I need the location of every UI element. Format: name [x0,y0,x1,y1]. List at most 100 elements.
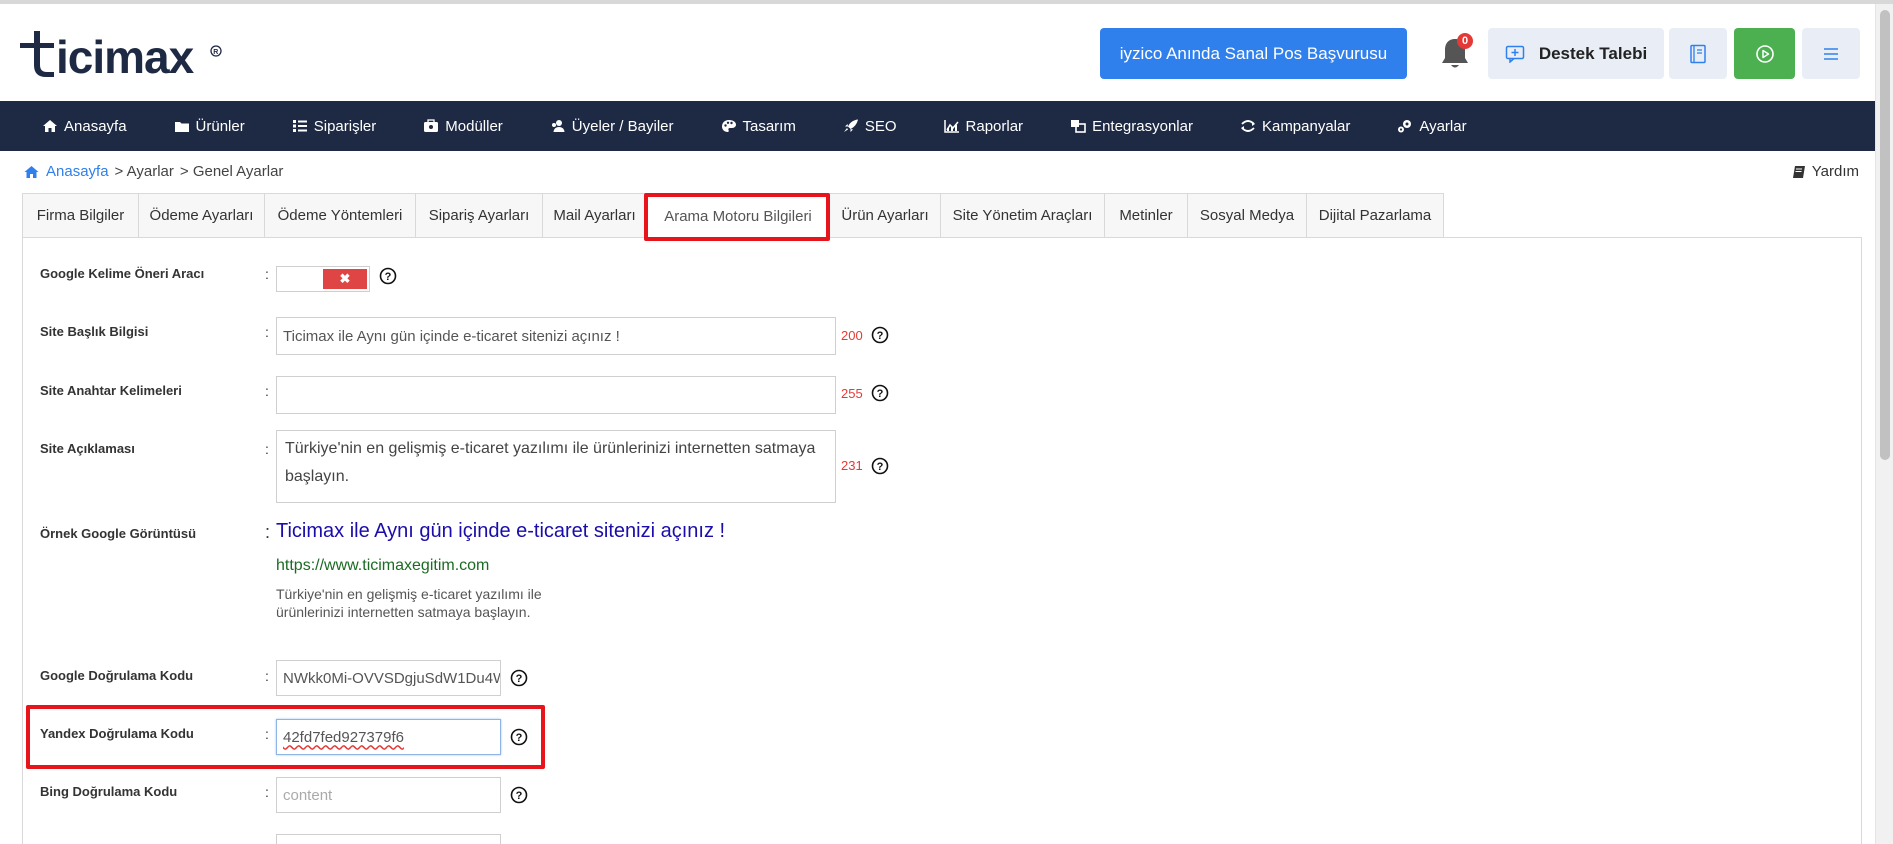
guide-book-button[interactable] [1669,28,1727,79]
nav-item-seo[interactable]: SEO [843,118,897,135]
tab-siparis-ayarlari[interactable]: Sipariş Ayarları [415,193,542,238]
tab-sosyal-medya[interactable]: Sosyal Medya [1187,193,1306,238]
support-request-label: Destek Talebi [1538,43,1648,63]
svg-text:R: R [213,49,218,56]
site-keywords-input[interactable] [276,376,836,414]
colon: : [265,668,269,684]
nav-item-raporlar[interactable]: Raporlar [943,117,1024,135]
nav-item-tasarim[interactable]: Tasarım [721,118,796,135]
svg-text:?: ? [877,461,884,473]
google-preview-label: Örnek Google Görüntüsü [40,526,197,541]
page-scrollbar[interactable] [1875,4,1893,844]
breadcrumb-home-label: Anasayfa [46,163,109,180]
video-tutorial-button[interactable] [1734,28,1795,79]
folder-icon [174,121,189,132]
list-icon [292,120,307,132]
nav-item-anasayfa[interactable]: Anasayfa [42,118,127,135]
google-suggest-label: Google Kelime Öneri Aracı [40,266,205,281]
question-circle-icon[interactable]: ? [510,786,528,804]
book-icon [1792,165,1805,178]
nav-item-ayarlar[interactable]: Ayarlar [1397,117,1467,135]
home-icon [24,165,39,178]
serp-preview-title: Ticimax ile Aynı gün içinde e-ticaret si… [276,520,726,542]
next-field-input[interactable] [276,834,501,844]
site-title-label: Site Başlık Bilgisi [40,324,149,339]
tab-odeme-yontemleri[interactable]: Ödeme Yöntemleri [264,193,415,238]
google-verification-label: Google Doğrulama Kodu [40,668,194,683]
nav-label: Entegrasyonlar [1092,117,1193,135]
chart-icon [943,120,959,133]
tab-urun-ayarlari[interactable]: Ürün Ayarları [829,193,940,238]
site-title-char-counter: 200 [841,328,863,343]
question-circle-icon[interactable]: ? [871,457,889,475]
svg-text:?: ? [516,732,523,744]
scrollbar-thumb[interactable] [1880,10,1890,460]
nav-label: Ayarlar [1419,117,1467,135]
tab-dijital-pazarlama[interactable]: Dijital Pazarlama [1306,193,1444,238]
colon: : [265,324,269,340]
nav-label: Raporlar [965,117,1024,135]
colon: : [265,522,271,542]
help-link[interactable]: Yardım [1792,163,1859,180]
question-circle-icon[interactable]: ? [510,728,528,746]
nav-item-moduller[interactable]: Modüller [423,118,503,135]
yandex-verification-value: 42fd7fed927379f6 [283,728,404,746]
palette-icon [721,120,736,132]
rocket-icon [843,119,858,132]
nav-label: Kampanyalar [1261,117,1351,135]
bing-verification-label: Bing Doğrulama Kodu [40,784,178,799]
nav-item-kampanyalar[interactable]: Kampanyalar [1240,118,1350,135]
nav-label: Ürünler [195,117,245,135]
site-keywords-label: Site Anahtar Kelimeleri [40,383,182,398]
tab-mail-ayarlari[interactable]: Mail Ayarları [542,193,646,238]
ticimax-logo[interactable]: icimax R [20,26,224,82]
svg-text:icimax: icimax [56,31,195,81]
nav-item-urunler[interactable]: Ürünler [174,118,245,135]
tab-arama-motoru-bilgileri[interactable]: Arama Motoru Bilgileri [646,193,829,238]
bing-verification-input[interactable]: content [276,777,501,813]
main-navigation: Anasayfa Ürünler Siparişler Modüller Üye… [0,101,1875,151]
breadcrumb-home[interactable]: Anasayfa [23,163,109,180]
hamburger-menu-button[interactable] [1802,28,1860,79]
support-request-button[interactable]: Destek Talebi [1488,28,1664,79]
tab-firma-bilgiler[interactable]: Firma Bilgiler [22,193,138,238]
nav-item-entegrasyonlar[interactable]: Entegrasyonlar [1070,118,1193,135]
nav-item-uyeler-bayiler[interactable]: Üyeler / Bayiler [550,118,674,135]
svg-text:?: ? [516,790,523,802]
tab-site-yonetim-araclari[interactable]: Site Yönetim Araçları [940,193,1104,238]
serp-preview-url: https://www.ticimaxegitim.com [276,557,490,574]
colon: : [265,441,269,457]
svg-text:?: ? [516,673,523,685]
support-chat-icon [1505,45,1525,63]
breadcrumb-ayarlar[interactable]: > Ayarlar [115,163,174,180]
users-icon [551,120,565,132]
question-circle-icon[interactable]: ? [871,326,889,344]
nav-item-siparisler[interactable]: Siparişler [292,117,377,135]
nav-label: Üyeler / Bayiler [571,117,674,135]
tab-odeme-ayarlari[interactable]: Ödeme Ayarları [138,193,264,238]
breadcrumb: Anasayfa > Ayarlar > Genel Ayarlar [23,163,283,180]
site-keywords-char-counter: 255 [841,386,863,401]
question-circle-icon[interactable]: ? [379,267,397,285]
app-header: icimax R iyzico Anında Sanal Pos Başvuru… [0,4,1875,101]
nav-label: SEO [864,117,897,135]
iyzico-pos-application-button[interactable]: iyzico Anında Sanal Pos Başvurusu [1100,28,1407,79]
site-title-input[interactable]: Ticimax ile Aynı gün içinde e-ticaret si… [276,317,836,355]
site-description-textarea[interactable]: Türkiye'nin en gelişmiş e-ticaret yazılı… [276,430,836,503]
nav-label: Modüller [445,117,503,135]
question-circle-icon[interactable]: ? [871,384,889,402]
site-description-char-counter: 231 [841,458,863,473]
play-circle-icon [1755,44,1774,63]
google-verification-input[interactable]: NWkk0Mi-OVVSDgjuSdW1Du4W [276,660,501,696]
question-circle-icon[interactable]: ? [510,669,528,687]
notification-count-badge: 0 [1457,33,1473,49]
google-suggest-toggle[interactable]: ✖ [276,266,370,292]
settings-tabs: Firma Bilgiler Ödeme Ayarları Ödeme Yönt… [22,193,1444,238]
help-label: Yardım [1811,163,1859,180]
nav-label: Anasayfa [64,117,127,135]
yandex-verification-input[interactable]: 42fd7fed927379f6 [276,719,501,755]
toggle-off-indicator: ✖ [323,269,367,289]
campaign-icon [1240,120,1255,132]
tab-metinler[interactable]: Metinler [1104,193,1187,238]
nav-label: Siparişler [313,117,377,135]
